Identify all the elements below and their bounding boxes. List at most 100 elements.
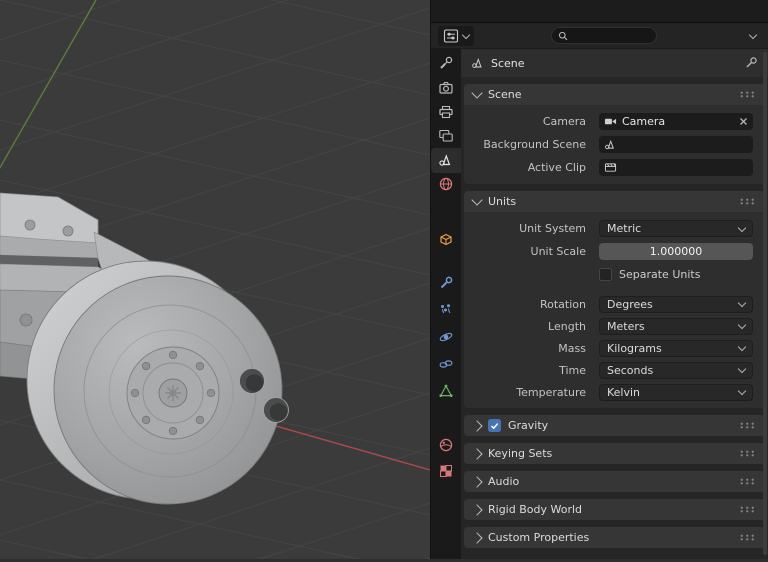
tab-material[interactable] bbox=[431, 433, 461, 458]
tab-particles[interactable] bbox=[431, 298, 461, 323]
time-value: Seconds bbox=[607, 363, 654, 377]
tab-scene[interactable] bbox=[431, 147, 461, 173]
camera-field[interactable]: Camera bbox=[599, 113, 753, 130]
breadcrumb: Scene bbox=[461, 49, 768, 77]
object-icon bbox=[440, 233, 452, 246]
length-row: Length Meters bbox=[464, 315, 765, 337]
tab-output[interactable] bbox=[431, 100, 461, 125]
panel-gravity: Gravity bbox=[464, 415, 765, 436]
tab-modifiers[interactable] bbox=[431, 271, 461, 296]
scene-icon bbox=[439, 154, 451, 166]
camera-value: Camera bbox=[622, 115, 666, 128]
panel-scene-body: Camera Camera Background Scene Active Cl… bbox=[464, 105, 765, 184]
pin-button[interactable] bbox=[744, 56, 758, 70]
drag-grip-icon[interactable] bbox=[739, 478, 756, 485]
separate-units-checkbox[interactable] bbox=[599, 268, 612, 281]
mass-label: Mass bbox=[558, 341, 586, 355]
particles-icon bbox=[441, 304, 451, 314]
drag-grip-icon[interactable] bbox=[739, 506, 756, 513]
physics-icon bbox=[439, 332, 453, 342]
tab-constraints[interactable] bbox=[431, 352, 461, 377]
panel-title: Keying Sets bbox=[488, 447, 553, 460]
panel-gravity-header[interactable]: Gravity bbox=[464, 415, 765, 436]
gravity-checkbox[interactable] bbox=[488, 419, 501, 432]
mass-dropdown[interactable]: Kilograms bbox=[599, 339, 753, 357]
drag-grip-icon[interactable] bbox=[739, 91, 756, 98]
clear-icon[interactable] bbox=[739, 117, 748, 126]
panels-canvas: Scene Camera Camera Background Scene Act… bbox=[461, 77, 768, 559]
panel-rigid-body-world: Rigid Body World bbox=[464, 499, 765, 520]
drag-grip-icon[interactable] bbox=[739, 422, 756, 429]
length-value: Meters bbox=[607, 319, 645, 333]
properties-scrollbar[interactable] bbox=[763, 52, 767, 555]
active-clip-field[interactable] bbox=[599, 159, 753, 176]
tab-object[interactable] bbox=[431, 227, 461, 252]
object-data-icon bbox=[439, 384, 453, 397]
time-row: Time Seconds bbox=[464, 359, 765, 381]
background-scene-label: Background Scene bbox=[483, 138, 586, 151]
world-icon bbox=[439, 177, 453, 191]
panel-title: Gravity bbox=[508, 419, 549, 432]
filter-options-button[interactable] bbox=[745, 30, 761, 40]
temperature-dropdown[interactable]: Kelvin bbox=[599, 383, 753, 401]
tab-object-data[interactable] bbox=[431, 379, 461, 404]
tab-texture[interactable] bbox=[431, 459, 461, 484]
separate-units-label: Separate Units bbox=[619, 268, 701, 281]
panel-scene-header[interactable]: Scene bbox=[464, 84, 765, 105]
length-dropdown[interactable]: Meters bbox=[599, 317, 753, 335]
properties-search[interactable] bbox=[551, 27, 657, 44]
camera-label: Camera bbox=[542, 115, 586, 128]
tab-physics[interactable] bbox=[431, 325, 461, 350]
temperature-value: Kelvin bbox=[607, 385, 641, 399]
search-input[interactable] bbox=[572, 29, 650, 42]
checkmark-icon bbox=[490, 422, 499, 429]
background-scene-row: Background Scene bbox=[464, 133, 765, 156]
clip-icon bbox=[604, 163, 617, 172]
panel-custom-properties-header[interactable]: Custom Properties bbox=[464, 527, 765, 548]
search-icon bbox=[558, 31, 568, 40]
chevron-down-icon bbox=[737, 364, 747, 374]
time-dropdown[interactable]: Seconds bbox=[599, 361, 753, 379]
unit-system-value: Metric bbox=[607, 222, 642, 235]
properties-header bbox=[431, 23, 768, 49]
chevron-right-icon bbox=[471, 475, 483, 488]
panel-keying-sets-header[interactable]: Keying Sets bbox=[464, 443, 765, 464]
panel-rigid-body-world-header[interactable]: Rigid Body World bbox=[464, 499, 765, 520]
panel-units-header[interactable]: Units bbox=[464, 191, 765, 212]
3d-viewport[interactable] bbox=[0, 0, 431, 562]
viewport-canvas[interactable] bbox=[0, 0, 431, 562]
chevron-down-icon bbox=[737, 320, 747, 330]
chevron-down-icon bbox=[748, 30, 758, 39]
tab-world[interactable] bbox=[431, 172, 461, 197]
background-scene-field[interactable] bbox=[599, 136, 753, 153]
panel-keying-sets: Keying Sets bbox=[464, 443, 765, 464]
tab-render[interactable] bbox=[431, 76, 461, 101]
unit-scale-field[interactable]: 1.000000 bbox=[599, 243, 753, 260]
rotation-row: Rotation Degrees bbox=[464, 293, 765, 315]
chevron-down-icon bbox=[737, 342, 747, 352]
top-strip bbox=[431, 0, 768, 23]
panel-audio-header[interactable]: Audio bbox=[464, 471, 765, 492]
unit-system-dropdown[interactable]: Metric bbox=[599, 220, 753, 237]
render-icon bbox=[439, 81, 453, 94]
chevron-right-icon bbox=[471, 419, 483, 432]
chevron-down-icon bbox=[461, 30, 471, 39]
length-label: Length bbox=[548, 319, 586, 333]
rotation-dropdown[interactable]: Degrees bbox=[599, 295, 753, 313]
chevron-right-icon bbox=[471, 447, 483, 460]
temperature-label: Temperature bbox=[516, 385, 586, 399]
rotation-label: Rotation bbox=[539, 297, 586, 311]
panel-title: Custom Properties bbox=[488, 531, 590, 544]
scrollbar-thumb[interactable] bbox=[763, 52, 767, 555]
tab-tool[interactable] bbox=[431, 51, 461, 76]
drag-grip-icon[interactable] bbox=[739, 534, 756, 541]
drag-grip-icon[interactable] bbox=[739, 198, 756, 205]
unit-system-label: Unit System bbox=[519, 222, 586, 235]
panel-units-body: Unit System Metric Unit Scale 1.000000 S… bbox=[464, 212, 765, 408]
editor-type-selector[interactable] bbox=[438, 25, 474, 46]
pin-icon bbox=[746, 57, 757, 68]
properties-tab-strip bbox=[431, 49, 461, 559]
tab-view-layer[interactable] bbox=[431, 124, 461, 149]
separate-units-row: Separate Units bbox=[464, 263, 765, 286]
drag-grip-icon[interactable] bbox=[739, 450, 756, 457]
